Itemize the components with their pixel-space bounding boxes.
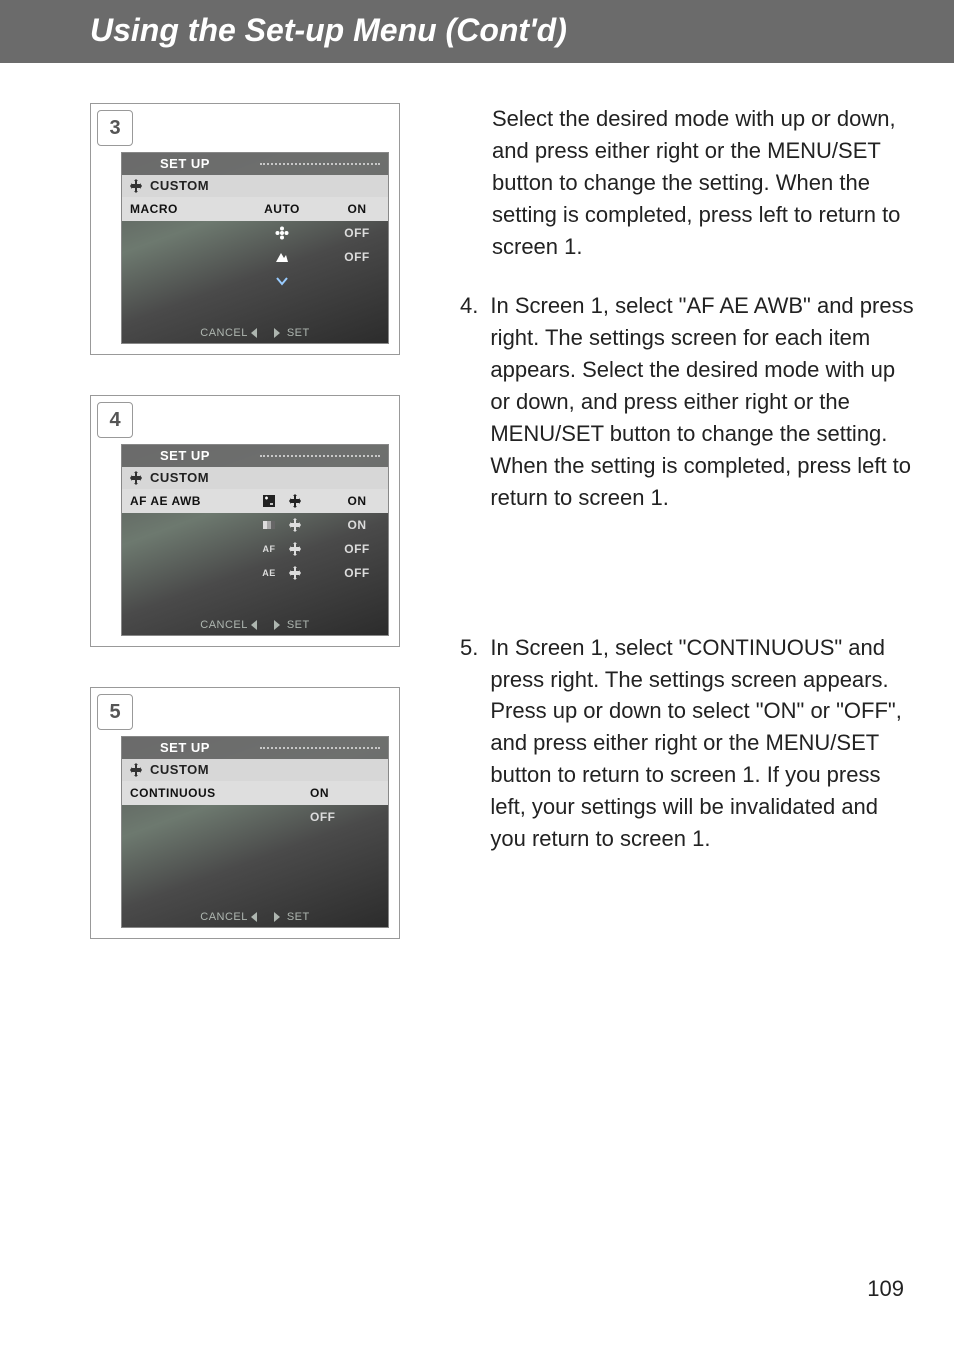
lcd-row-value: OFF	[334, 542, 380, 556]
lcd-row-value: ON	[334, 518, 380, 532]
lcd-row: CONTINUOUS ON	[122, 781, 388, 805]
lcd-custom-row: CUSTOM	[122, 175, 388, 197]
step-badge-5: 5	[97, 694, 133, 730]
lcd-row	[122, 829, 388, 853]
set-label: SET	[287, 327, 310, 339]
lcd-row: OFF	[122, 221, 388, 245]
lcd-screen-3: SET UP CUSTOM MACRO AUTO ON	[121, 152, 389, 344]
set-label: SET	[287, 911, 310, 923]
step-5-text: In Screen 1, select "CONTINUOUS" and pre…	[490, 632, 914, 855]
move-icon	[128, 762, 144, 778]
lcd-row: OFF	[122, 805, 388, 829]
lcd-row	[122, 853, 388, 877]
figure-4: 4 SET UP CUSTOM AF AE AWB	[90, 395, 400, 647]
lcd-row-value: OFF	[334, 226, 380, 240]
lcd-row: AF AE AWB ON	[122, 489, 388, 513]
lcd-screen-5: SET UP CUSTOM CONTINUOUS ON	[121, 736, 389, 928]
step-4-text: In Screen 1, select "AF AE AWB" and pres…	[490, 290, 914, 513]
step-number: 4.	[460, 290, 478, 513]
set-label: SET	[287, 619, 310, 631]
lcd-footer: CANCEL SET	[122, 327, 388, 339]
lcd-footer: CANCEL SET	[122, 619, 388, 631]
lcd-row-value: ON	[310, 786, 380, 800]
lcd-row-value: OFF	[310, 810, 380, 824]
cancel-label: CANCEL	[200, 911, 247, 923]
move-icon	[287, 565, 303, 581]
exposure-icon	[261, 493, 277, 509]
lcd-footer: CANCEL SET	[122, 911, 388, 923]
lcd-custom-label: CUSTOM	[150, 759, 209, 781]
move-icon	[287, 517, 303, 533]
triangle-right-icon	[274, 328, 280, 338]
step-badge-4: 4	[97, 402, 133, 438]
triangle-left-icon	[251, 912, 257, 922]
step-5-block: 5. In Screen 1, select "CONTINUOUS" and …	[460, 632, 914, 855]
lcd-row-label: CONTINUOUS	[130, 786, 230, 800]
lcd-custom-row: CUSTOM	[122, 759, 388, 781]
lcd-row: AE OFF	[122, 561, 388, 585]
chevron-down-icon	[274, 273, 290, 289]
lcd-custom-row: CUSTOM	[122, 467, 388, 489]
lcd-row: OFF	[122, 245, 388, 269]
lcd-row-value: OFF	[334, 566, 380, 580]
bracket-icon	[261, 517, 277, 533]
triangle-left-icon	[251, 328, 257, 338]
move-icon	[287, 493, 303, 509]
step-badge-3: 3	[97, 110, 133, 146]
af-lock-icon: AF	[261, 541, 277, 557]
triangle-left-icon	[251, 620, 257, 630]
figures-column: 3 SET UP CUSTOM MACRO AUTO ON	[90, 103, 400, 939]
ae-lock-icon: AE	[261, 565, 277, 581]
lcd-title: SET UP	[122, 445, 388, 467]
lcd-row-value: OFF	[334, 250, 380, 264]
move-icon	[128, 178, 144, 194]
move-icon	[287, 541, 303, 557]
lcd-row-label: AF AE AWB	[130, 494, 230, 508]
figure-3: 3 SET UP CUSTOM MACRO AUTO ON	[90, 103, 400, 355]
lcd-row: AF OFF	[122, 537, 388, 561]
mountain-icon	[274, 249, 290, 265]
lcd-row-value: ON	[334, 202, 380, 216]
triangle-right-icon	[274, 912, 280, 922]
lcd-title: SET UP	[122, 153, 388, 175]
figure-5: 5 SET UP CUSTOM CONTINUOUS ON	[90, 687, 400, 939]
text-column: Select the desired mode with up or down,…	[460, 103, 914, 939]
lcd-row: ON	[122, 513, 388, 537]
step-4-block: 4. In Screen 1, select "AF AE AWB" and p…	[460, 290, 914, 513]
move-icon	[128, 470, 144, 486]
triangle-right-icon	[274, 620, 280, 630]
lcd-screen-4: SET UP CUSTOM AF AE AWB	[121, 444, 389, 636]
lcd-row-value: ON	[334, 494, 380, 508]
cancel-label: CANCEL	[200, 619, 247, 631]
lcd-row-mid: AUTO	[234, 202, 330, 216]
lcd-row: MACRO AUTO ON	[122, 197, 388, 221]
lcd-title: SET UP	[122, 737, 388, 759]
lcd-custom-label: CUSTOM	[150, 175, 209, 197]
lcd-row	[122, 269, 388, 293]
intro-paragraph: Select the desired mode with up or down,…	[492, 103, 914, 262]
flower-icon	[274, 225, 290, 241]
lcd-custom-label: CUSTOM	[150, 467, 209, 489]
page-header: Using the Set-up Menu (Cont'd)	[0, 0, 954, 63]
cancel-label: CANCEL	[200, 327, 247, 339]
step-number: 5.	[460, 632, 478, 855]
lcd-row-label: MACRO	[130, 202, 230, 216]
page-number: 109	[867, 1276, 904, 1302]
